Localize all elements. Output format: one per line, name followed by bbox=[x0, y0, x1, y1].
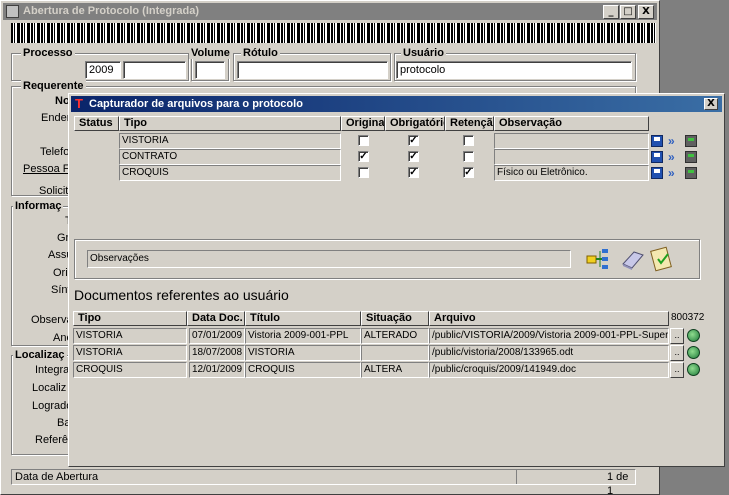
docs-col-arquivo[interactable]: Arquivo bbox=[429, 311, 669, 326]
row1-print-icon[interactable] bbox=[685, 135, 697, 147]
doc1-browse-button[interactable]: .. bbox=[670, 328, 684, 344]
row2-obrigatorio-checkbox[interactable]: ✓ bbox=[408, 151, 419, 162]
dialog-close-button[interactable]: X bbox=[704, 98, 718, 110]
row3-obrigatorio-checkbox[interactable]: ✓ bbox=[408, 167, 419, 178]
close-button[interactable]: X bbox=[638, 5, 654, 19]
col-obrigatorio[interactable]: Obrigatório bbox=[385, 116, 445, 131]
col-tipo[interactable]: Tipo bbox=[119, 116, 341, 131]
row3-observacao[interactable]: Físico ou Eletrônico. bbox=[494, 165, 649, 181]
doc1-tipo[interactable]: VISTORIA bbox=[73, 328, 187, 344]
row1-obrigatorio-checkbox[interactable]: ✓ bbox=[408, 135, 419, 146]
doc2-arquivo[interactable]: /public/vistoria/2008/133965.odt bbox=[429, 345, 669, 361]
requerente-label: Requerente bbox=[21, 80, 86, 92]
doc1-titulo[interactable]: Vistoria 2009-001-PPL bbox=[245, 328, 361, 344]
row2-tipo[interactable]: CONTRATO bbox=[119, 149, 341, 165]
capture-dialog: T Capturador de arquivos para o protocol… bbox=[68, 93, 725, 467]
logradouro-label: Logrado bbox=[32, 400, 73, 412]
row3-original-checkbox[interactable] bbox=[358, 167, 369, 178]
dialog-title: Capturador de arquivos para o protocolo bbox=[89, 98, 303, 110]
docs-col-tipo[interactable]: Tipo bbox=[73, 311, 187, 326]
usuario-input[interactable]: protocolo bbox=[396, 61, 632, 79]
doc3-data[interactable]: 12/01/2009 bbox=[189, 362, 245, 378]
localizacao-field-label: Localiz bbox=[32, 382, 67, 394]
row2-print-icon[interactable] bbox=[685, 151, 697, 163]
row3-forward-icon[interactable]: » bbox=[668, 167, 680, 179]
docs-title: Documentos referentes ao usuário bbox=[74, 287, 289, 303]
row2-forward-icon[interactable]: » bbox=[668, 151, 680, 163]
main-title: Abertura de Protocolo (Integrada) bbox=[23, 5, 200, 17]
row1-forward-icon[interactable]: » bbox=[668, 135, 680, 147]
doc1-data[interactable]: 07/01/2009 bbox=[189, 328, 245, 344]
row2-original-checkbox[interactable]: ✓ bbox=[358, 151, 369, 162]
doc3-tipo[interactable]: CROQUIS bbox=[73, 362, 187, 378]
doc1-arquivo[interactable]: /public/VISTORIA/2009/Vistoria 2009-001-… bbox=[429, 328, 669, 344]
barcode bbox=[11, 23, 656, 43]
observacao-label: Observa bbox=[31, 314, 73, 326]
doc2-open-icon[interactable] bbox=[687, 346, 700, 359]
docs-col-situacao[interactable]: Situação bbox=[361, 311, 429, 326]
col-original[interactable]: Original bbox=[341, 116, 385, 131]
status-right: 1 de 1 bbox=[607, 471, 629, 495]
volume-input[interactable] bbox=[195, 61, 225, 79]
maximize-button[interactable]: □ bbox=[620, 5, 636, 19]
main-titlebar: Abertura de Protocolo (Integrada) _ □ X bbox=[3, 3, 657, 20]
row2-save-icon[interactable] bbox=[651, 151, 663, 163]
row3-save-icon[interactable] bbox=[651, 167, 663, 179]
processo-number-input[interactable] bbox=[123, 61, 186, 79]
eraser-icon[interactable] bbox=[620, 246, 646, 272]
doc3-open-icon[interactable] bbox=[687, 363, 700, 376]
doc2-tipo[interactable]: VISTORIA bbox=[73, 345, 187, 361]
rotulo-input[interactable] bbox=[237, 61, 388, 79]
rotulo-label: Rótulo bbox=[241, 47, 280, 59]
processo-year-input[interactable]: 2009 bbox=[85, 61, 121, 79]
observacoes-field[interactable]: Observações bbox=[87, 250, 571, 268]
row3-print-icon[interactable] bbox=[685, 167, 697, 179]
doc1-open-icon[interactable] bbox=[687, 329, 700, 342]
col-retencao[interactable]: Retenção bbox=[445, 116, 494, 131]
doc3-situacao[interactable]: ALTERA bbox=[361, 362, 429, 378]
doc1-situacao[interactable]: ALTERADO bbox=[361, 328, 429, 344]
doc3-arquivo[interactable]: /public/croquis/2009/141949.doc bbox=[429, 362, 669, 378]
doc2-situacao[interactable] bbox=[361, 345, 429, 361]
dialog-titlebar: T Capturador de arquivos para o protocol… bbox=[71, 96, 722, 112]
doc2-browse-button[interactable]: .. bbox=[670, 345, 684, 361]
minimize-button[interactable]: _ bbox=[603, 5, 619, 19]
row2-observacao[interactable] bbox=[494, 149, 649, 165]
docs-col-data[interactable]: Data Doc. bbox=[187, 311, 245, 326]
attach-file-icon[interactable] bbox=[586, 246, 612, 272]
localizacao-label: Localizaç bbox=[13, 349, 67, 361]
status-bar: Data de Abertura 1 de 1 bbox=[11, 469, 636, 495]
doc2-titulo[interactable]: VISTORIA bbox=[245, 345, 361, 361]
informacoes-label: Informaç bbox=[13, 200, 64, 212]
row1-tipo[interactable]: VISTORIA bbox=[119, 133, 341, 149]
docs-count: 800372 bbox=[671, 312, 705, 323]
processo-label: Processo bbox=[21, 47, 75, 59]
usuario-label: Usuário bbox=[401, 47, 446, 59]
row3-retencao-checkbox[interactable]: ✓ bbox=[463, 167, 474, 178]
dialog-logo-icon: T bbox=[75, 96, 83, 111]
doc3-browse-button[interactable]: .. bbox=[670, 362, 684, 378]
col-observacao[interactable]: Observação bbox=[494, 116, 649, 131]
app-icon bbox=[6, 5, 19, 18]
row1-observacao[interactable] bbox=[494, 133, 649, 149]
doc3-titulo[interactable]: CROQUIS bbox=[245, 362, 361, 378]
volume-label: Volume bbox=[189, 47, 232, 59]
docs-col-titulo[interactable]: Título bbox=[245, 311, 361, 326]
row3-tipo[interactable]: CROQUIS bbox=[119, 165, 341, 181]
col-status[interactable]: Status bbox=[74, 116, 119, 131]
doc2-data[interactable]: 18/07/2008 bbox=[189, 345, 245, 361]
checklist-icon[interactable] bbox=[649, 246, 675, 272]
row1-retencao-checkbox[interactable] bbox=[463, 135, 474, 146]
row1-original-checkbox[interactable] bbox=[358, 135, 369, 146]
referencia-label: Referêr bbox=[35, 434, 72, 446]
row1-save-icon[interactable] bbox=[651, 135, 663, 147]
status-left: Data de Abertura bbox=[12, 470, 517, 484]
row2-retencao-checkbox[interactable] bbox=[463, 151, 474, 162]
